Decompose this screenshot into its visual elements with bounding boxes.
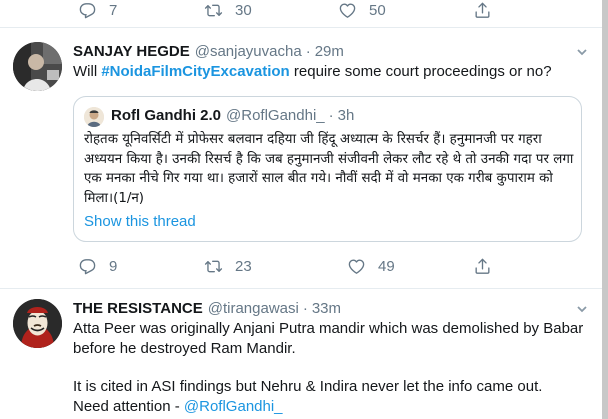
retweet-button[interactable]: 23 — [204, 257, 347, 276]
share-button[interactable] — [473, 257, 492, 276]
like-button[interactable]: 49 — [347, 257, 473, 276]
like-icon — [348, 259, 365, 274]
hashtag-link[interactable]: #NoidaFilmCityExcavation — [101, 63, 289, 80]
tweet-text-line: before he destroyed Ram Mandir. — [73, 340, 296, 357]
tweet-text-line: Need attention - @RoflGandhi_ — [73, 397, 283, 417]
quoted-author-name: Rofl Gandhi 2.0 — [111, 107, 222, 124]
separator-dot: · — [302, 300, 308, 317]
author-handle[interactable]: @sanjayuvacha — [195, 43, 302, 60]
reply-count: 9 — [109, 258, 118, 275]
avatar[interactable] — [13, 42, 62, 91]
like-button[interactable]: 50 — [338, 1, 473, 20]
quoted-tweet[interactable]: Rofl Gandhi 2.0 @RoflGandhi_ · 3h रोहतक … — [73, 96, 582, 242]
tweet-text: Will #NoidaFilmCityExcavation require so… — [73, 62, 552, 82]
quoted-timestamp: 3h — [337, 107, 355, 124]
quoted-header: Rofl Gandhi 2.0 @RoflGandhi_ · 3h — [111, 107, 354, 124]
chevron-down-icon — [577, 306, 587, 313]
reply-icon — [79, 259, 96, 275]
scrollbar-track[interactable] — [602, 0, 608, 419]
tweet-text-before: Will — [73, 63, 102, 80]
avatar[interactable] — [13, 299, 62, 348]
retweet-icon — [204, 260, 223, 273]
retweet-icon — [204, 4, 223, 17]
tweet-divider — [0, 27, 602, 28]
separator-dot: · — [305, 43, 311, 60]
quoted-text: रोहतक यूनिवर्सिटी में प्रोफेसर बलवान दहि… — [84, 132, 574, 206]
tweet-text-prefix: Need attention - — [73, 398, 184, 415]
tweet-text-line: Atta Peer was originally Anjani Putra ma… — [73, 320, 584, 337]
reply-button[interactable]: 9 — [78, 257, 204, 276]
mention-link[interactable]: @RoflGandhi_ — [184, 398, 283, 415]
retweet-button[interactable]: 30 — [204, 1, 338, 20]
timeline: 7 30 50 SANJAY HEGDE @sanjayuvacha · 29m — [0, 0, 608, 419]
chevron-down-icon — [577, 49, 587, 56]
author-name[interactable]: THE RESISTANCE — [73, 300, 203, 317]
show-thread-link[interactable]: Show this thread — [84, 213, 196, 230]
tweet-text-after: require some court proceedings or no? — [289, 63, 552, 80]
share-icon — [475, 258, 490, 274]
reply-count: 7 — [109, 2, 118, 19]
like-count: 50 — [369, 2, 386, 19]
tweet-divider — [0, 288, 602, 289]
author-handle[interactable]: @tirangawasi — [208, 300, 299, 317]
retweet-count: 23 — [235, 258, 252, 275]
retweet-count: 30 — [235, 2, 252, 19]
author-name[interactable]: SANJAY HEGDE — [73, 43, 190, 60]
separator-dot: · — [328, 107, 334, 124]
tweet-menu-button[interactable] — [576, 302, 588, 314]
share-button[interactable] — [473, 1, 492, 20]
like-count: 49 — [378, 258, 395, 275]
quoted-author-handle: @RoflGandhi_ — [226, 107, 325, 124]
tweet-action-bar: 7 30 50 — [78, 1, 492, 20]
tweet-text-line: It is cited in ASI findings but Nehru & … — [73, 378, 543, 395]
tweet-action-bar: 9 23 49 — [78, 257, 492, 276]
timestamp[interactable]: 33m — [312, 300, 341, 317]
tweet-header: SANJAY HEGDE @sanjayuvacha · 29m — [73, 43, 344, 60]
reply-icon — [79, 3, 96, 19]
share-icon — [475, 2, 490, 18]
timestamp[interactable]: 29m — [315, 43, 344, 60]
like-icon — [339, 3, 356, 18]
tweet-header: THE RESISTANCE @tirangawasi · 33m — [73, 300, 341, 317]
reply-button[interactable]: 7 — [78, 1, 204, 20]
quoted-avatar — [84, 107, 104, 127]
tweet-menu-button[interactable] — [576, 45, 588, 57]
